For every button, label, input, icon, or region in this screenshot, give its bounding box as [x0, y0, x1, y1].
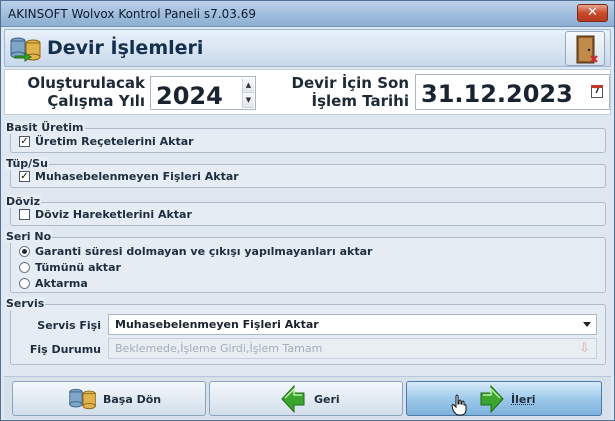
geri-button[interactable]: Geri	[209, 381, 403, 416]
main-window: AKINSOFT Wolvox Kontrol Paneli s7.03.69 …	[0, 0, 615, 421]
exit-button[interactable]	[565, 31, 605, 66]
ileri-button[interactable]: İleri	[406, 381, 602, 416]
calendar-day: 7	[594, 86, 600, 95]
option-label: Döviz Hareketlerini Aktar	[35, 208, 192, 221]
arrow-right-icon	[480, 384, 504, 414]
check-mark: ✓	[20, 136, 29, 147]
group-doviz: Döviz Döviz Hareketlerini Aktar	[5, 195, 606, 226]
servis-fisi-label: Servis Fişi	[37, 319, 101, 332]
title-bar: AKINSOFT Wolvox Kontrol Paneli s7.03.69 …	[1, 1, 614, 27]
page-header: Devir İşlemleri	[4, 29, 611, 67]
checkbox-uretim-receteleri[interactable]: ✓	[19, 136, 30, 147]
group-servis: Servis Servis Fişi Muhasebelenmeyen Fişl…	[5, 297, 606, 365]
radio-garanti[interactable]	[19, 246, 30, 257]
arrow-down-icon: ⇩	[579, 341, 590, 356]
date-label-line2: İşlem Tarihi	[311, 92, 409, 110]
fis-durumu-value: Beklemede,İşleme Girdi,İşlem Tamam	[115, 342, 323, 355]
radio-aktarma[interactable]	[19, 278, 30, 289]
servis-fisi-select[interactable]: Muhasebelenmeyen Fişleri Aktar	[108, 314, 597, 335]
option-label: Garanti süresi dolmayan ve çıkışı yapılm…	[35, 245, 373, 258]
exit-door-icon	[576, 35, 598, 64]
group-label: Tüp/Su	[5, 157, 49, 170]
checkbox-doviz-hareketleri[interactable]	[19, 209, 30, 220]
spinner-down-icon[interactable]: ▼	[243, 93, 254, 108]
chevron-down-icon	[583, 322, 591, 327]
option-label: Üretim Reçetelerini Aktar	[35, 135, 194, 148]
close-icon: ✕	[587, 5, 598, 20]
transfer-database-icon	[69, 388, 96, 410]
arrow-left-icon	[281, 384, 305, 414]
year-value: 2024	[156, 82, 223, 110]
basa-don-button[interactable]: Başa Dön	[12, 381, 206, 416]
group-label: Döviz	[5, 195, 42, 208]
option-label: Aktarma	[35, 277, 88, 290]
year-label: Oluşturulacak Çalışma Yılı	[23, 74, 145, 110]
option-label: Muhasebelenmeyen Fişleri Aktar	[35, 170, 239, 183]
window-title: AKINSOFT Wolvox Kontrol Paneli s7.03.69	[8, 7, 256, 21]
hand-cursor-icon	[451, 394, 467, 416]
group-basit-uretim: Basit Üretim ✓ Üretim Reçetelerini Aktar	[5, 121, 606, 153]
group-label: Seri No	[5, 230, 53, 243]
group-tup-su: Tüp/Su ✓ Muhasebelenmeyen Fişleri Aktar	[5, 157, 606, 188]
check-mark: ✓	[20, 171, 29, 182]
radio-tumunu-aktar[interactable]	[19, 262, 30, 273]
date-label: Devir İçin Son İşlem Tarihi	[277, 74, 409, 110]
group-label: Servis	[5, 297, 46, 310]
transfer-database-icon	[10, 37, 41, 62]
page-title: Devir İşlemleri	[47, 37, 204, 59]
fis-durumu-label: Fiş Durumu	[29, 343, 101, 356]
group-label: Basit Üretim	[5, 121, 85, 134]
year-input[interactable]: 2024 ▲ ▼	[150, 76, 256, 110]
bottom-bar: Başa Dön Geri İleri	[4, 376, 611, 419]
year-spinner[interactable]: ▲ ▼	[242, 78, 254, 108]
ileri-label: İleri	[511, 393, 536, 406]
option-label: Tümünü aktar	[35, 261, 121, 274]
top-input-row: Oluşturulacak Çalışma Yılı 2024 ▲ ▼ Devi…	[4, 69, 611, 115]
geri-label: Geri	[314, 393, 340, 406]
date-label-line1: Devir İçin Son	[291, 74, 409, 92]
year-label-line2: Çalışma Yılı	[47, 92, 145, 110]
fis-durumu-select: Beklemede,İşleme Girdi,İşlem Tamam ⇩	[108, 338, 597, 359]
basa-don-label: Başa Dön	[103, 393, 162, 406]
spinner-up-icon[interactable]: ▲	[243, 78, 254, 93]
date-value: 31.12.2023	[421, 80, 573, 108]
year-label-line1: Oluşturulacak	[27, 74, 145, 92]
servis-fisi-value: Muhasebelenmeyen Fişleri Aktar	[115, 318, 319, 331]
date-input[interactable]: 31.12.2023 7	[415, 74, 610, 110]
checkbox-muhasebelenmeyen-fisler[interactable]: ✓	[19, 171, 30, 182]
calendar-icon[interactable]: 7	[591, 85, 603, 98]
group-seri-no: Seri No Garanti süresi dolmayan ve çıkış…	[5, 230, 606, 293]
close-button[interactable]: ✕	[577, 4, 608, 22]
